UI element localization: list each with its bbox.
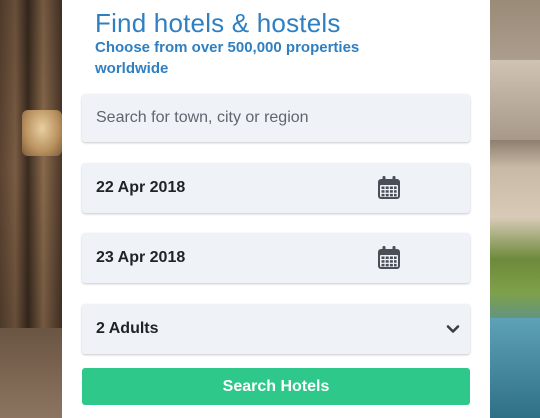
check-out-date-field[interactable]: 23 Apr 2018 [82,233,470,283]
destination-field [82,94,470,142]
search-hotels-button[interactable]: Search Hotels [82,368,470,405]
background-lamp [22,110,62,156]
calendar-icon[interactable] [376,175,402,201]
check-in-date-field[interactable]: 22 Apr 2018 [82,163,470,213]
chevron-down-icon[interactable] [446,322,460,336]
background-left-scene [0,0,62,418]
background-pool [490,318,540,418]
page-subtitle: Choose from over 500,000 properties worl… [95,39,360,77]
search-card: Find hotels & hostels Choose from over 5… [62,0,490,418]
background-wall [490,60,540,140]
check-out-date-value: 23 Apr 2018 [96,249,186,266]
page-title: Find hotels & hostels [95,8,341,38]
destination-search-input[interactable] [82,94,470,142]
check-in-date-value: 22 Apr 2018 [96,179,186,196]
guests-select[interactable]: 2 Adults [82,304,470,354]
calendar-icon[interactable] [376,245,402,271]
background-floor [0,328,62,418]
background-right-scene [490,0,540,418]
guests-selected-value: 2 Adults [96,320,159,337]
